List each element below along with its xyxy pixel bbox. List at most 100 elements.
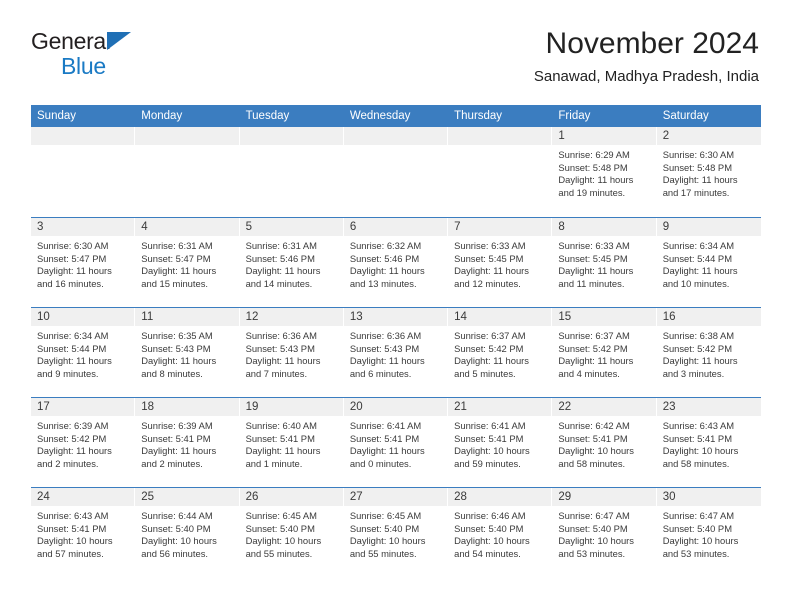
calendar-week-row: 3 Sunrise: 6:30 AM Sunset: 5:47 PM Daylight…	[31, 217, 761, 307]
daylight-text-line2: and 8 minutes.	[141, 367, 203, 379]
calendar-day-cell[interactable]: 1 Sunrise: 6:29 AM Sunset: 5:48 PM Daylight…	[552, 127, 657, 217]
day-number-band: 22	[552, 398, 657, 416]
calendar-day-cell[interactable]: 25 Sunrise: 6:44 AM Sunset: 5:40 PM Dayligh…	[135, 488, 240, 577]
sunrise-text: Sunrise: 6:32 AM	[349, 240, 422, 251]
calendar-day-cell[interactable]: 11 Sunrise: 6:35 AM Sunset: 5:43 PM Dayligh…	[135, 308, 240, 397]
calendar-day-cell[interactable]: 22 Sunrise: 6:42 AM Sunset: 5:41 PM Dayligh…	[552, 398, 657, 487]
sunrise-text: Sunrise: 6:31 AM	[141, 240, 213, 251]
sunset-text: Sunset: 5:41 PM	[454, 432, 524, 444]
sunrise-text: Sunrise: 6:42 AM	[558, 420, 630, 431]
sunrise-text: Sunrise: 6:33 AM	[454, 240, 526, 251]
daylight-text-line2: and 11 minutes.	[558, 277, 625, 289]
day-number-band: 1	[552, 127, 657, 145]
day-number: 15	[558, 311, 572, 323]
calendar-day-cell[interactable]: 26 Sunrise: 6:45 AM Sunset: 5:40 PM Dayligh…	[239, 488, 344, 577]
day-sun-info: Sunrise: 6:34 AM Sunset: 5:44 PM Daylight:…	[31, 326, 135, 380]
day-number-band: 28	[448, 488, 553, 506]
day-sun-info: Sunrise: 6:36 AM Sunset: 5:43 PM Daylight:…	[240, 326, 344, 380]
calendar-day-cell[interactable]: 16 Sunrise: 6:38 AM Sunset: 5:42 PM Dayligh…	[656, 308, 761, 397]
daylight-text-line1: Daylight: 11 hours	[558, 265, 634, 277]
day-number-band: 24	[31, 488, 136, 506]
day-number-band	[239, 127, 344, 145]
calendar-day-cell[interactable]: 13 Sunrise: 6:36 AM Sunset: 5:43 PM Dayligh…	[343, 308, 449, 397]
calendar-day-cell[interactable]: 14 Sunrise: 6:37 AM Sunset: 5:42 PM Dayligh…	[448, 308, 553, 397]
general-blue-logo: General Blue	[31, 30, 211, 78]
calendar-day-cell[interactable]: 7 Sunrise: 6:33 AM Sunset: 5:45 PM Daylight…	[448, 218, 553, 307]
sunrise-text: Sunrise: 6:36 AM	[349, 330, 422, 341]
calendar-page: General Blue November 2024 Sanawad, Madh…	[0, 0, 792, 612]
daylight-text-line1: Daylight: 11 hours	[245, 355, 321, 367]
sunset-text: Sunset: 5:43 PM	[245, 342, 315, 354]
daylight-text-line1: Daylight: 11 hours	[141, 355, 217, 367]
calendar-day-cell[interactable]: 17 Sunrise: 6:39 AM Sunset: 5:42 PM Dayligh…	[31, 398, 136, 487]
daylight-text-line1: Daylight: 11 hours	[662, 265, 738, 277]
day-sun-info: Sunrise: 6:45 AM Sunset: 5:40 PM Daylight:…	[240, 506, 344, 560]
calendar-day-cell[interactable]: 27 Sunrise: 6:45 AM Sunset: 5:40 PM Dayligh…	[343, 488, 449, 577]
daylight-text-line2: and 12 minutes.	[454, 277, 521, 289]
sunrise-text: Sunrise: 6:47 AM	[558, 510, 630, 521]
sunrise-text: Sunrise: 6:29 AM	[558, 149, 630, 160]
day-number: 13	[349, 311, 363, 323]
calendar-day-cell[interactable]: 19 Sunrise: 6:40 AM Sunset: 5:41 PM Dayligh…	[239, 398, 344, 487]
daylight-text-line2: and 1 minute.	[245, 457, 303, 469]
calendar-day-cell[interactable]: 20 Sunrise: 6:41 AM Sunset: 5:41 PM Dayligh…	[343, 398, 449, 487]
title-block: November 2024 Sanawad, Madhya Pradesh, I…	[534, 26, 759, 88]
daylight-text-line1: Daylight: 11 hours	[37, 445, 112, 457]
sunset-text: Sunset: 5:48 PM	[662, 161, 732, 173]
calendar-day-cell[interactable]: 28 Sunrise: 6:46 AM Sunset: 5:40 PM Dayligh…	[448, 488, 553, 577]
daylight-text-line1: Daylight: 11 hours	[141, 445, 217, 457]
day-number: 4	[141, 221, 148, 233]
day-number-band: 5	[239, 218, 344, 236]
sunset-text: Sunset: 5:45 PM	[558, 252, 628, 264]
day-number: 1	[558, 130, 565, 142]
calendar-week-row: 24 Sunrise: 6:43 AM Sunset: 5:41 PM Dayligh…	[31, 487, 761, 577]
daylight-text-line1: Daylight: 11 hours	[37, 355, 112, 367]
weekday-header-tuesday: Tuesday	[245, 110, 290, 122]
day-sun-info: Sunrise: 6:40 AM Sunset: 5:41 PM Daylight:…	[240, 416, 344, 470]
calendar-day-cell[interactable]: 23 Sunrise: 6:43 AM Sunset: 5:41 PM Dayligh…	[656, 398, 761, 487]
daylight-text-line1: Daylight: 11 hours	[245, 445, 321, 457]
sunset-text: Sunset: 5:41 PM	[662, 432, 732, 444]
day-number: 2	[662, 130, 670, 142]
sunrise-text: Sunrise: 6:45 AM	[245, 510, 317, 521]
daylight-text-line2: and 58 minutes.	[558, 457, 626, 469]
calendar-day-cell[interactable]: 6 Sunrise: 6:32 AM Sunset: 5:46 PM Daylight…	[343, 218, 449, 307]
sunset-text: Sunset: 5:45 PM	[454, 252, 524, 264]
sunrise-text: Sunrise: 6:37 AM	[558, 330, 630, 341]
sunset-text: Sunset: 5:44 PM	[37, 342, 107, 354]
calendar-week-row: 17 Sunrise: 6:39 AM Sunset: 5:42 PM Dayligh…	[31, 397, 761, 487]
day-number: 10	[37, 311, 50, 323]
weekday-header-monday: Monday	[141, 110, 183, 122]
calendar-day-cell[interactable]: 2 Sunrise: 6:30 AM Sunset: 5:48 PM Daylight…	[656, 127, 761, 217]
daylight-text-line1: Daylight: 11 hours	[349, 445, 425, 457]
calendar-day-cell[interactable]: 12 Sunrise: 6:36 AM Sunset: 5:43 PM Dayligh…	[239, 308, 344, 397]
calendar-day-cell[interactable]: 8 Sunrise: 6:33 AM Sunset: 5:45 PM Daylight…	[552, 218, 657, 307]
triangle-icon	[107, 32, 131, 50]
calendar-day-cell[interactable]: 18 Sunrise: 6:39 AM Sunset: 5:41 PM Dayligh…	[135, 398, 240, 487]
day-sun-info: Sunrise: 6:43 AM Sunset: 5:41 PM Daylight:…	[657, 416, 761, 470]
calendar-day-cell[interactable]: 24 Sunrise: 6:43 AM Sunset: 5:41 PM Dayligh…	[31, 488, 136, 577]
day-sun-info: Sunrise: 6:30 AM Sunset: 5:48 PM Daylight:…	[657, 145, 761, 199]
sunrise-text: Sunrise: 6:38 AM	[662, 330, 735, 341]
calendar-day-cell[interactable]: 10 Sunrise: 6:34 AM Sunset: 5:44 PM Dayligh…	[31, 308, 136, 397]
calendar-day-cell[interactable]: 4 Sunrise: 6:31 AM Sunset: 5:47 PM Daylight…	[135, 218, 240, 307]
day-number: 29	[558, 491, 572, 503]
daylight-text-line1: Daylight: 10 hours	[454, 445, 530, 457]
sunset-text: Sunset: 5:46 PM	[349, 252, 420, 264]
calendar-day-cell-empty	[31, 127, 136, 217]
calendar-day-cell[interactable]: 5 Sunrise: 6:31 AM Sunset: 5:46 PM Daylight…	[239, 218, 344, 307]
calendar-day-cell[interactable]: 9 Sunrise: 6:34 AM Sunset: 5:44 PM Daylight…	[656, 218, 761, 307]
day-number-band: 15	[552, 308, 657, 326]
calendar-day-cell[interactable]: 15 Sunrise: 6:37 AM Sunset: 5:42 PM Dayligh…	[552, 308, 657, 397]
calendar-day-cell[interactable]: 3 Sunrise: 6:30 AM Sunset: 5:47 PM Daylight…	[31, 218, 136, 307]
sunrise-text: Sunrise: 6:47 AM	[662, 510, 735, 521]
calendar-day-cell-empty	[343, 127, 449, 217]
daylight-text-line1: Daylight: 11 hours	[662, 174, 738, 186]
calendar-day-cell[interactable]: 30 Sunrise: 6:47 AM Sunset: 5:40 PM Dayligh…	[656, 488, 761, 577]
day-number-band: 20	[343, 398, 449, 416]
calendar-day-cell[interactable]: 29 Sunrise: 6:47 AM Sunset: 5:40 PM Dayligh…	[552, 488, 657, 577]
calendar-day-cell[interactable]: 21 Sunrise: 6:41 AM Sunset: 5:41 PM Dayligh…	[448, 398, 553, 487]
day-sun-info: Sunrise: 6:30 AM Sunset: 5:47 PM Daylight:…	[31, 236, 135, 290]
daylight-text-line2: and 58 minutes.	[662, 457, 730, 469]
day-number-band: 29	[552, 488, 657, 506]
